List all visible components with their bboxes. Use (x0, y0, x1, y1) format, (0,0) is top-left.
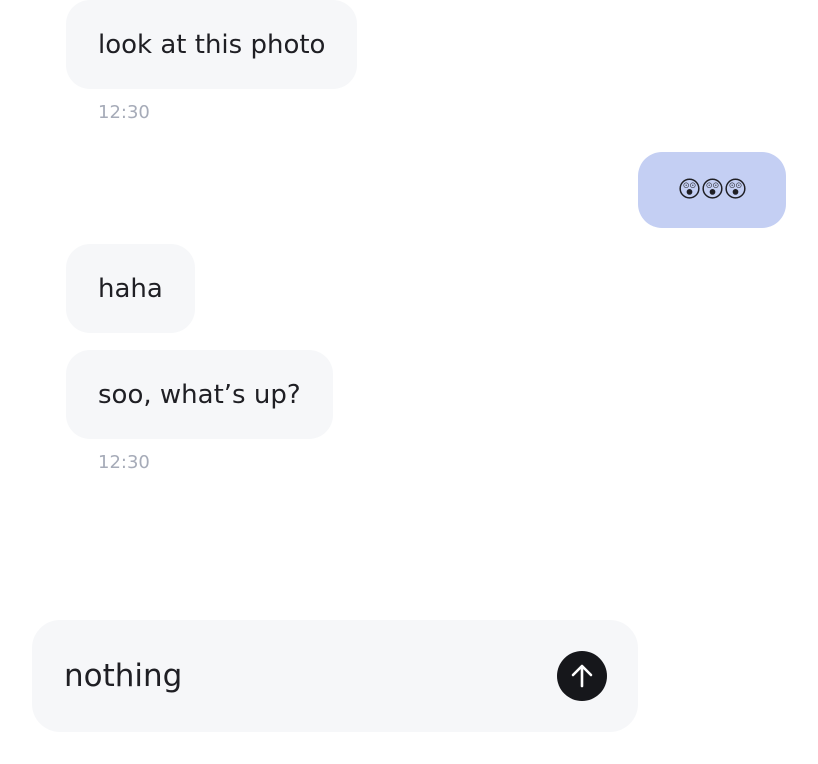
message-bubble-incoming: haha (66, 244, 195, 333)
message-timestamp: 12:30 (98, 452, 150, 473)
message-text: soo, what’s up? (98, 379, 301, 410)
message-text: look at this photo (98, 29, 326, 60)
message-composer (32, 620, 638, 732)
message-bubble-incoming: look at this photo (66, 0, 358, 89)
message-bubble-outgoing: 😲😲😲 (638, 152, 786, 228)
message-timestamp: 12:30 (98, 102, 150, 123)
send-button[interactable] (557, 651, 607, 701)
message-input[interactable] (64, 654, 544, 698)
chat-window: look at this photo 12:30 😲😲😲 haha soo, w… (0, 0, 818, 764)
message-text: haha (98, 273, 163, 304)
message-bubble-incoming: soo, what’s up? (66, 350, 333, 439)
emoji-message-text: 😲😲😲 (677, 176, 748, 203)
arrow-up-icon (571, 664, 593, 688)
